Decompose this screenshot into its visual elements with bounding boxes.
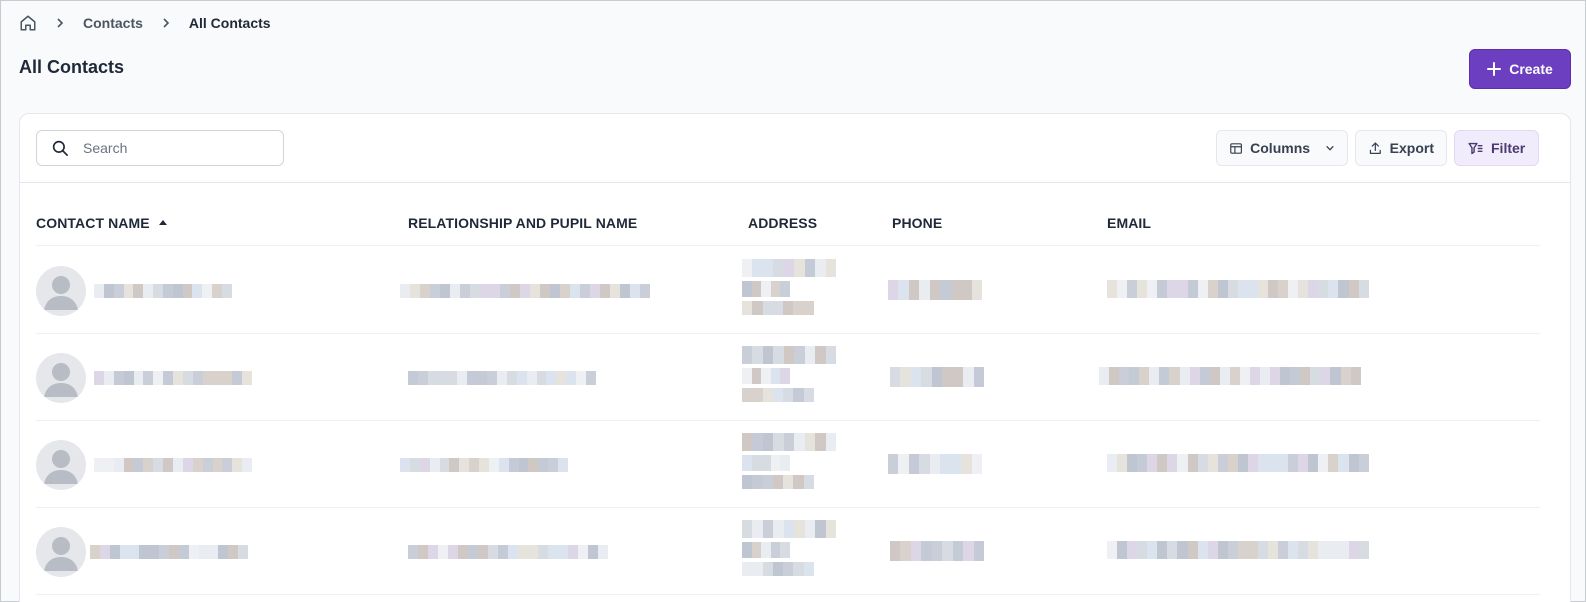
filter-button-label: Filter xyxy=(1491,140,1526,156)
relationship-redacted xyxy=(400,458,568,472)
address-line-redacted xyxy=(742,259,836,277)
column-header-phone[interactable]: PHONE xyxy=(892,215,942,231)
address-line-redacted xyxy=(742,520,836,538)
columns-icon xyxy=(1230,142,1242,154)
address-line-redacted xyxy=(742,562,814,576)
columns-button[interactable]: Columns xyxy=(1216,130,1348,166)
table-header: CONTACT NAME RELATIONSHIP AND PUPIL NAME… xyxy=(36,214,1540,246)
column-header-label: CONTACT NAME xyxy=(36,215,150,231)
search-icon xyxy=(52,140,68,156)
avatar xyxy=(36,440,86,490)
breadcrumb-contacts[interactable]: Contacts xyxy=(83,15,143,31)
address-line-redacted xyxy=(742,455,790,471)
chevron-right-icon xyxy=(160,17,172,29)
email-redacted xyxy=(1099,367,1361,385)
page-title: All Contacts xyxy=(19,57,125,77)
chevron-right-icon xyxy=(54,17,66,29)
column-header-label: PHONE xyxy=(892,215,943,231)
create-button[interactable]: Create xyxy=(1469,49,1571,89)
phone-redacted xyxy=(888,454,982,474)
phone-redacted xyxy=(890,367,984,387)
filter-button[interactable]: Filter xyxy=(1454,130,1539,166)
avatar xyxy=(36,353,86,403)
export-button[interactable]: Export xyxy=(1355,130,1447,166)
relationship-redacted xyxy=(408,545,608,559)
column-header-label: EMAIL xyxy=(1107,215,1152,231)
search-input[interactable] xyxy=(83,140,263,156)
address-line-redacted xyxy=(742,368,790,384)
user-icon xyxy=(44,450,78,484)
plus-icon xyxy=(1487,62,1502,76)
user-icon xyxy=(44,537,78,571)
sort-ascending-icon xyxy=(158,220,167,225)
chevron-down-icon xyxy=(1326,145,1334,151)
search-box[interactable] xyxy=(36,130,284,166)
address-line-redacted xyxy=(742,542,790,558)
create-button-label: Create xyxy=(1509,61,1553,77)
table-row[interactable] xyxy=(36,247,1540,334)
column-header-address[interactable]: ADDRESS xyxy=(748,215,817,231)
contact-name-redacted xyxy=(90,545,248,559)
address-line-redacted xyxy=(742,388,814,402)
columns-button-label: Columns xyxy=(1250,140,1311,156)
column-header-email[interactable]: EMAIL xyxy=(1107,215,1151,231)
user-icon xyxy=(44,363,78,397)
address-line-redacted xyxy=(742,281,790,297)
table-row[interactable] xyxy=(36,334,1540,421)
table-row[interactable] xyxy=(36,421,1540,508)
contact-name-redacted xyxy=(94,284,232,298)
breadcrumb: Contacts All Contacts xyxy=(19,13,271,33)
avatar xyxy=(36,527,86,577)
column-header-label: RELATIONSHIP AND PUPIL NAME xyxy=(408,215,638,231)
filter-icon xyxy=(1468,142,1483,154)
home-icon[interactable] xyxy=(19,14,37,32)
relationship-redacted xyxy=(408,371,596,385)
contact-name-redacted xyxy=(94,371,252,385)
relationship-redacted xyxy=(400,284,650,298)
contacts-card: Columns Export Filter CONTACT NAME RELAT… xyxy=(19,113,1571,602)
breadcrumb-current: All Contacts xyxy=(188,15,271,31)
email-redacted xyxy=(1107,280,1369,298)
export-button-label: Export xyxy=(1389,140,1434,156)
user-icon xyxy=(44,276,78,310)
email-redacted xyxy=(1107,541,1369,559)
address-line-redacted xyxy=(742,475,814,489)
phone-redacted xyxy=(888,280,982,300)
column-header-contact-name[interactable]: CONTACT NAME xyxy=(36,215,168,231)
contact-name-redacted xyxy=(94,458,252,472)
phone-redacted xyxy=(890,541,984,561)
table-row[interactable] xyxy=(36,508,1540,595)
column-header-label: ADDRESS xyxy=(748,215,818,231)
table-toolbar: Columns Export Filter xyxy=(20,114,1570,183)
email-redacted xyxy=(1107,454,1369,472)
address-line-redacted xyxy=(742,301,814,315)
avatar xyxy=(36,266,86,316)
app-frame: Contacts All Contacts All Contacts Creat… xyxy=(0,0,1586,602)
address-line-redacted xyxy=(742,433,836,451)
upload-icon xyxy=(1369,141,1381,154)
address-line-redacted xyxy=(742,346,836,364)
column-header-relationship[interactable]: RELATIONSHIP AND PUPIL NAME xyxy=(408,215,637,231)
